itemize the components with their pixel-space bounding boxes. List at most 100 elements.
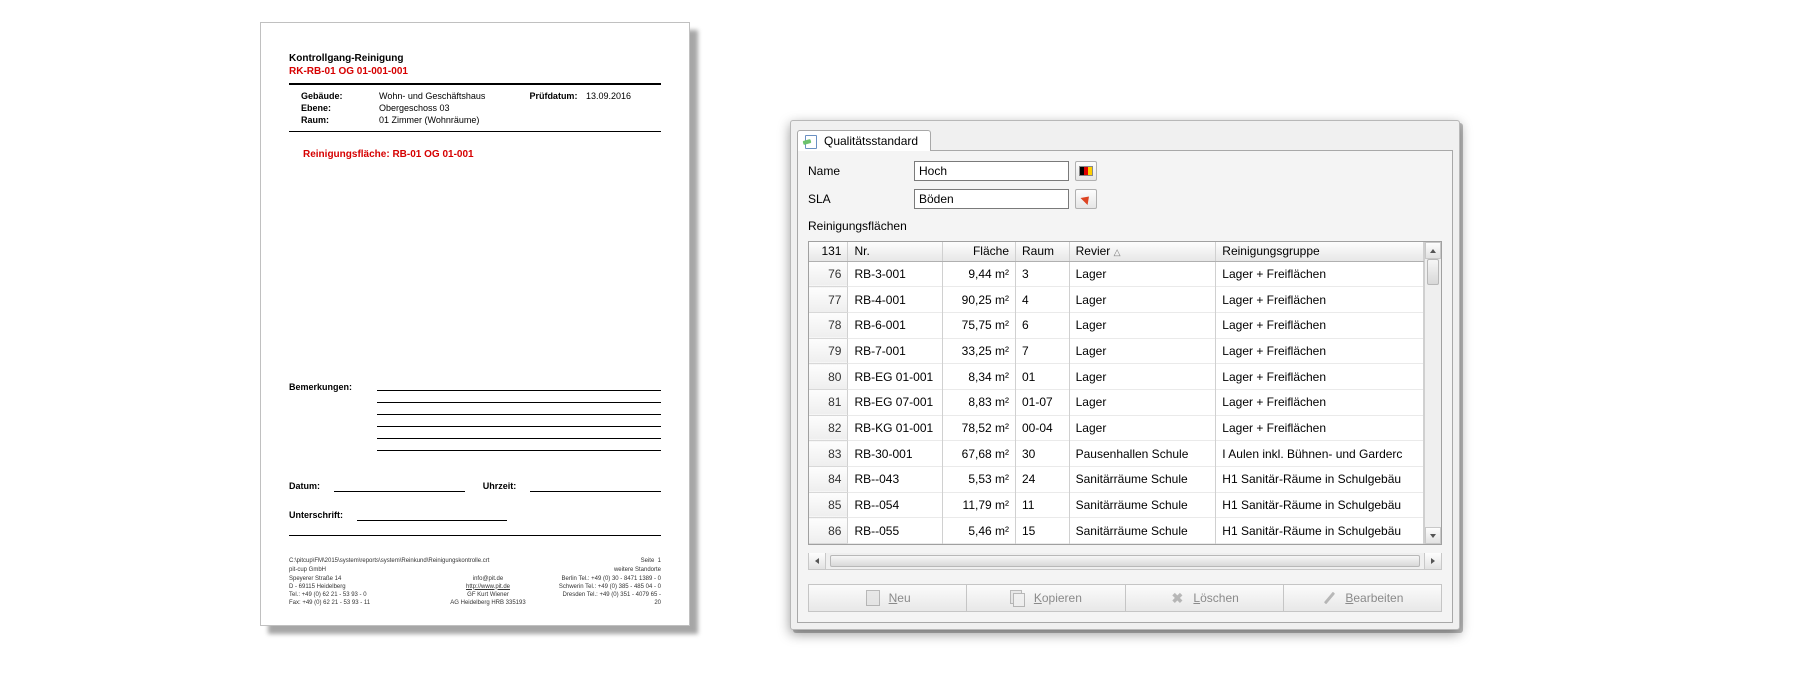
flag-icon bbox=[1079, 166, 1093, 176]
report-preview: Kontrollgang-Reinigung RK-RB-01 OG 01-00… bbox=[260, 22, 690, 626]
cell-flaeche: 75,75 m² bbox=[943, 312, 1016, 338]
building-label: Gebäude: bbox=[301, 91, 371, 101]
cell-nr: RB-EG 01-001 bbox=[848, 364, 943, 390]
cell-gruppe: I Aulen inkl. Bühnen- und Garderc bbox=[1216, 441, 1424, 467]
cell-flaeche: 9,44 m² bbox=[943, 261, 1016, 287]
scroll-thumb[interactable] bbox=[1427, 259, 1439, 285]
document-check-icon bbox=[804, 134, 818, 148]
cell-revier: Lager bbox=[1069, 415, 1216, 441]
cell-flaeche: 11,79 m² bbox=[943, 492, 1016, 518]
cell-revier: Sanitärräume Schule bbox=[1069, 518, 1216, 544]
name-input[interactable] bbox=[914, 161, 1069, 181]
table-row[interactable]: 76RB-3-0019,44 m²3LagerLager + Freifläch… bbox=[809, 261, 1424, 287]
remarks-label: Bemerkungen: bbox=[289, 382, 369, 451]
row-index: 83 bbox=[809, 441, 848, 467]
cell-revier: Lager bbox=[1069, 261, 1216, 287]
row-index: 77 bbox=[809, 287, 848, 313]
report-page: Kontrollgang-Reinigung RK-RB-01 OG 01-00… bbox=[260, 22, 690, 626]
scroll-right-button[interactable] bbox=[1424, 553, 1441, 569]
cell-raum: 30 bbox=[1016, 441, 1070, 467]
table-row[interactable]: 82RB-KG 01-00178,52 m²00-04LagerLager + … bbox=[809, 415, 1424, 441]
row-index: 80 bbox=[809, 364, 848, 390]
cell-gruppe: Lager + Freiflächen bbox=[1216, 389, 1424, 415]
cell-revier: Lager bbox=[1069, 312, 1216, 338]
delete-icon: ✖ bbox=[1169, 590, 1185, 606]
action-bar: Neu Kopieren ✖ Löschen Bearbeiten bbox=[808, 584, 1442, 612]
table-row[interactable]: 80RB-EG 01-0018,34 m²01LagerLager + Frei… bbox=[809, 364, 1424, 390]
cell-nr: RB-6-001 bbox=[848, 312, 943, 338]
sla-input[interactable] bbox=[914, 189, 1069, 209]
cell-flaeche: 5,53 m² bbox=[943, 466, 1016, 492]
cell-gruppe: Lager + Freiflächen bbox=[1216, 287, 1424, 313]
new-button[interactable]: Neu bbox=[808, 584, 967, 612]
row-index: 86 bbox=[809, 518, 848, 544]
cell-nr: RB-3-001 bbox=[848, 261, 943, 287]
header-gruppe[interactable]: Reinigungsgruppe bbox=[1216, 242, 1424, 261]
copy-button[interactable]: Kopieren bbox=[967, 584, 1125, 612]
tab-quality-standard[interactable]: Qualitätsstandard bbox=[797, 130, 931, 151]
pruefdatum: Prüfdatum: 13.09.2016 bbox=[529, 91, 631, 101]
room-label: Raum: bbox=[301, 115, 371, 125]
table-row[interactable]: 78RB-6-00175,75 m²6LagerLager + Freifläc… bbox=[809, 312, 1424, 338]
header-flaeche[interactable]: Fläche bbox=[943, 242, 1016, 261]
cell-raum: 4 bbox=[1016, 287, 1070, 313]
cell-gruppe: Lager + Freiflächen bbox=[1216, 312, 1424, 338]
table-row[interactable]: 77RB-4-00190,25 m²4LagerLager + Freifläc… bbox=[809, 287, 1424, 313]
cell-gruppe: H1 Sanitär-Räume in Schulgebäu bbox=[1216, 518, 1424, 544]
table-row[interactable]: 85RB--05411,79 m²11Sanitärräume SchuleH1… bbox=[809, 492, 1424, 518]
cell-gruppe: Lager + Freiflächen bbox=[1216, 338, 1424, 364]
cell-gruppe: Lager + Freiflächen bbox=[1216, 364, 1424, 390]
delete-button[interactable]: ✖ Löschen bbox=[1126, 584, 1284, 612]
cell-gruppe: Lager + Freiflächen bbox=[1216, 415, 1424, 441]
remarks-lines bbox=[377, 390, 661, 451]
cell-flaeche: 67,68 m² bbox=[943, 441, 1016, 467]
table-row[interactable]: 83RB-30-00167,68 m²30Pausenhallen Schule… bbox=[809, 441, 1424, 467]
row-index: 85 bbox=[809, 492, 848, 518]
cell-flaeche: 33,25 m² bbox=[943, 338, 1016, 364]
scroll-up-button[interactable] bbox=[1425, 242, 1441, 259]
table-row[interactable]: 86RB--0555,46 m²15Sanitärräume SchuleH1 … bbox=[809, 518, 1424, 544]
cell-raum: 6 bbox=[1016, 312, 1070, 338]
time-field bbox=[530, 481, 661, 492]
hscroll-thumb[interactable] bbox=[830, 555, 1420, 567]
header-nr[interactable]: Nr. bbox=[848, 242, 943, 261]
cell-raum: 01 bbox=[1016, 364, 1070, 390]
floor-label: Ebene: bbox=[301, 103, 371, 113]
cell-revier: Lager bbox=[1069, 338, 1216, 364]
row-index: 81 bbox=[809, 389, 848, 415]
quality-standard-dialog: Qualitätsstandard Name SLA Reinigungsflä… bbox=[790, 120, 1460, 630]
table-row[interactable]: 84RB--0435,53 m²24Sanitärräume SchuleH1 … bbox=[809, 466, 1424, 492]
horizontal-scrollbar[interactable] bbox=[808, 553, 1442, 570]
scroll-down-button[interactable] bbox=[1425, 527, 1441, 544]
sla-label: SLA bbox=[808, 192, 908, 206]
time-label: Uhrzeit: bbox=[483, 481, 517, 492]
cell-flaeche: 8,34 m² bbox=[943, 364, 1016, 390]
name-label: Name bbox=[808, 164, 908, 178]
vertical-scrollbar[interactable] bbox=[1424, 242, 1441, 544]
cell-revier: Sanitärräume Schule bbox=[1069, 466, 1216, 492]
grid-header[interactable]: 131 Nr. Fläche Raum Revier △ Reinigungsg… bbox=[809, 242, 1424, 261]
cell-nr: RB-30-001 bbox=[848, 441, 943, 467]
sla-open-button[interactable] bbox=[1075, 189, 1097, 209]
language-button[interactable] bbox=[1075, 161, 1097, 181]
grid-title: Reinigungsflächen bbox=[808, 219, 1442, 233]
cell-raum: 00-04 bbox=[1016, 415, 1070, 441]
cell-nr: RB--054 bbox=[848, 492, 943, 518]
scroll-left-button[interactable] bbox=[809, 553, 826, 569]
report-title: Kontrollgang-Reinigung bbox=[289, 53, 661, 64]
cell-revier: Pausenhallen Schule bbox=[1069, 441, 1216, 467]
edit-icon bbox=[1321, 590, 1337, 606]
cell-flaeche: 8,83 m² bbox=[943, 389, 1016, 415]
header-raum[interactable]: Raum bbox=[1016, 242, 1070, 261]
cell-nr: RB-KG 01-001 bbox=[848, 415, 943, 441]
cleaning-areas-grid: 131 Nr. Fläche Raum Revier △ Reinigungsg… bbox=[808, 241, 1442, 545]
table-row[interactable]: 81RB-EG 07-0018,83 m²01-07LagerLager + F… bbox=[809, 389, 1424, 415]
header-revier[interactable]: Revier △ bbox=[1069, 242, 1216, 261]
header-count[interactable]: 131 bbox=[809, 242, 848, 261]
table-row[interactable]: 79RB-7-00133,25 m²7LagerLager + Freifläc… bbox=[809, 338, 1424, 364]
cell-gruppe: H1 Sanitär-Räume in Schulgebäu bbox=[1216, 492, 1424, 518]
edit-button[interactable]: Bearbeiten bbox=[1284, 584, 1442, 612]
cell-nr: RB-EG 07-001 bbox=[848, 389, 943, 415]
signature-label: Unterschrift: bbox=[289, 510, 343, 521]
report-code: RK-RB-01 OG 01-001-001 bbox=[289, 66, 661, 77]
